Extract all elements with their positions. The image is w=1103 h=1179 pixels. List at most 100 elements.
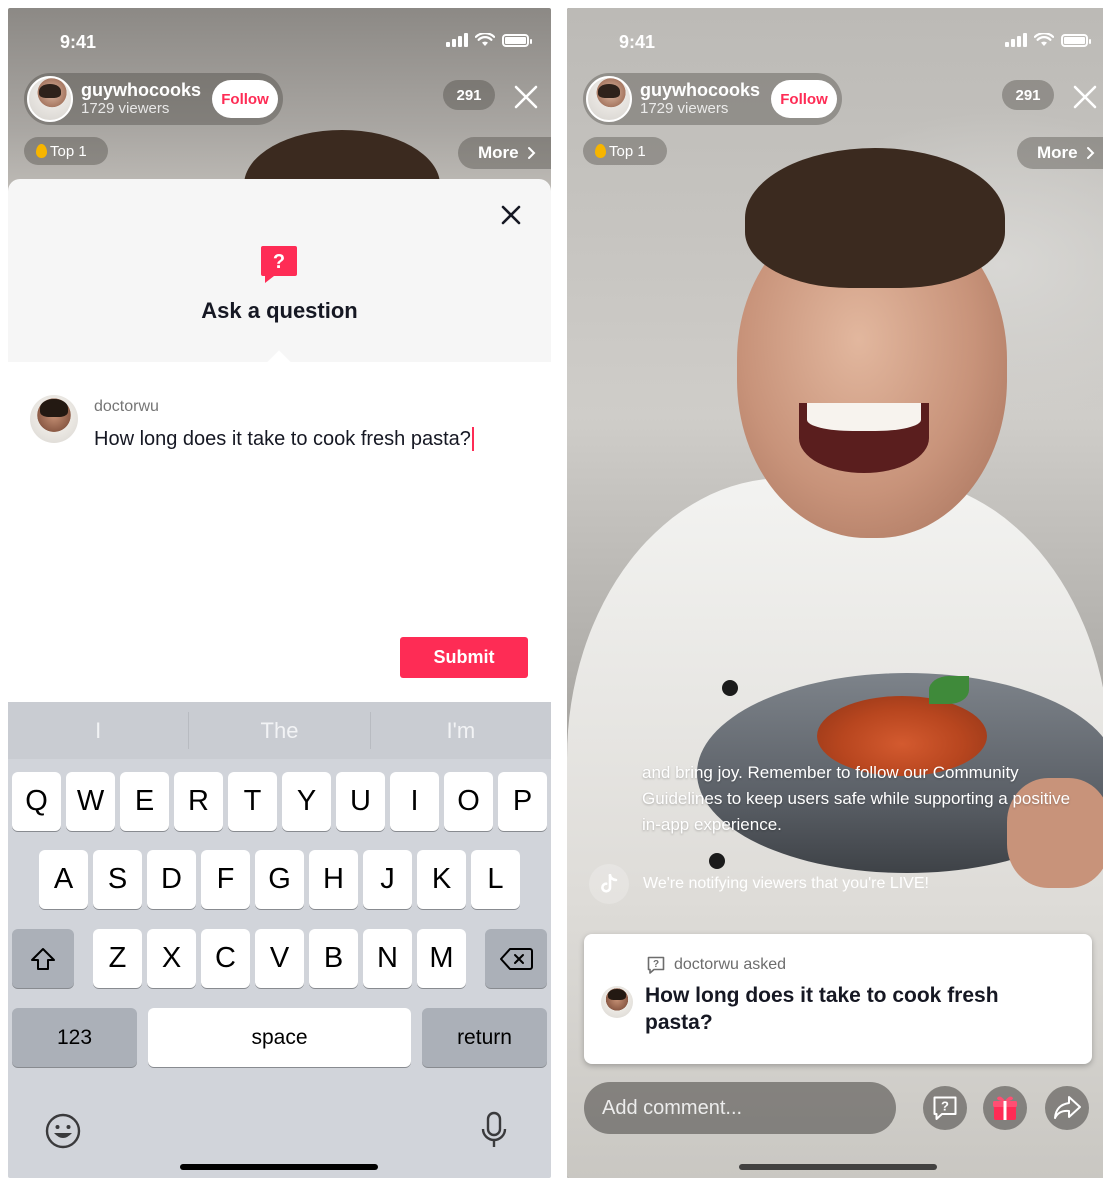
host-avatar[interactable] <box>27 76 73 122</box>
question-bubble-icon: ? <box>933 1096 957 1120</box>
signal-icon <box>446 33 468 47</box>
suggestion-item[interactable]: The <box>189 702 369 759</box>
key-r[interactable]: R <box>174 772 223 831</box>
close-icon[interactable] <box>500 204 522 226</box>
suggestion-item[interactable]: I <box>8 702 188 759</box>
host-viewers: 1729 viewers <box>640 99 729 117</box>
key-y[interactable]: Y <box>282 772 331 831</box>
close-icon[interactable] <box>511 82 541 112</box>
key-o[interactable]: O <box>444 772 493 831</box>
microphone-icon[interactable] <box>480 1110 508 1150</box>
key-e[interactable]: E <box>120 772 169 831</box>
viewer-count-badge[interactable]: 291 <box>443 80 495 110</box>
status-time: 9:41 <box>619 32 656 52</box>
question-card-text: How long does it take to cook fresh past… <box>645 984 999 1034</box>
backspace-icon <box>500 947 533 970</box>
key-t[interactable]: T <box>228 772 277 831</box>
sheet-title: Ask a question <box>201 298 358 323</box>
status-bar: 9:41 <box>567 8 1103 70</box>
key-w[interactable]: W <box>66 772 115 831</box>
key-q[interactable]: Q <box>12 772 61 831</box>
host-meta: guywhocooks 1729 viewers <box>640 80 760 117</box>
battery-icon <box>1061 33 1091 47</box>
gift-button[interactable] <box>983 1086 1027 1130</box>
question-bubble-icon: ? <box>647 956 665 974</box>
key-d[interactable]: D <box>147 850 196 909</box>
status-time: 9:41 <box>60 32 97 52</box>
question-input[interactable]: How long does it take to cook fresh past… <box>94 427 474 451</box>
follow-button[interactable]: Follow <box>771 80 837 118</box>
key-f[interactable]: F <box>201 850 250 909</box>
backspace-key[interactable] <box>485 929 547 988</box>
key-k[interactable]: K <box>417 850 466 909</box>
top-rank-label: Top 1 <box>50 142 87 160</box>
key-u[interactable]: U <box>336 772 385 831</box>
ask-question-screen: 9:41 guywhocooks 1729 viewers Follow 291… <box>8 8 551 1178</box>
live-notification: We're notifying viewers that you're LIVE… <box>589 864 929 904</box>
status-bar: 9:41 <box>8 8 551 70</box>
add-comment-input[interactable]: Add comment... <box>584 1082 896 1134</box>
key-i[interactable]: I <box>390 772 439 831</box>
gift-icon <box>993 1096 1017 1120</box>
key-n[interactable]: N <box>363 929 412 988</box>
basil-garnish <box>929 676 969 704</box>
suggestion-item[interactable]: I'm <box>371 702 551 759</box>
home-indicator <box>180 1164 378 1170</box>
viewer-count-badge[interactable]: 291 <box>1002 80 1054 110</box>
text-caret <box>471 427 474 451</box>
host-teeth <box>807 403 921 431</box>
question-card-meta: ? doctorwu asked <box>646 955 786 975</box>
key-b[interactable]: B <box>309 929 358 988</box>
host-info-pill[interactable]: guywhocooks 1729 viewers Follow <box>24 73 283 125</box>
live-stream-screen: 9:41 guywhocooks 1729 viewers Follow 291… <box>567 8 1103 1178</box>
ask-question-button[interactable]: ? <box>923 1086 967 1130</box>
more-label: More <box>1037 143 1078 162</box>
svg-text:?: ? <box>273 251 285 273</box>
follow-button[interactable]: Follow <box>212 80 278 118</box>
space-key[interactable]: space <box>148 1008 411 1067</box>
key-x[interactable]: X <box>147 929 196 988</box>
keyboard: I The I'm Q W E R T Y U I O P A S D F G … <box>8 702 551 1178</box>
key-a[interactable]: A <box>39 850 88 909</box>
key-v[interactable]: V <box>255 929 304 988</box>
host-viewers: 1729 viewers <box>81 99 170 117</box>
numbers-key[interactable]: 123 <box>12 1008 137 1067</box>
host-info-pill[interactable]: guywhocooks 1729 viewers Follow <box>583 73 842 125</box>
svg-text:?: ? <box>941 1099 949 1114</box>
question-bubble-icon: ? <box>261 246 297 283</box>
question-input-text: How long does it take to cook fresh past… <box>94 427 471 450</box>
close-icon[interactable] <box>1070 82 1100 112</box>
key-s[interactable]: S <box>93 850 142 909</box>
submit-button[interactable]: Submit <box>400 637 528 678</box>
host-avatar[interactable] <box>586 76 632 122</box>
wifi-icon <box>1034 33 1054 46</box>
svg-text:?: ? <box>653 959 659 970</box>
more-label: More <box>478 143 519 162</box>
home-indicator <box>739 1164 937 1170</box>
shift-key[interactable] <box>12 929 74 988</box>
top-rank-badge[interactable]: Top 1 <box>583 137 667 165</box>
key-g[interactable]: G <box>255 850 304 909</box>
battery-icon <box>502 33 532 47</box>
status-icons <box>1005 33 1091 47</box>
suggestion-bar: I The I'm <box>8 702 551 759</box>
top-rank-badge[interactable]: Top 1 <box>24 137 108 165</box>
key-c[interactable]: C <box>201 929 250 988</box>
key-z[interactable]: Z <box>93 929 142 988</box>
key-j[interactable]: J <box>363 850 412 909</box>
chevron-right-icon <box>527 147 536 159</box>
host-name: guywhocooks <box>81 79 202 100</box>
question-card[interactable]: ? doctorwu asked How long does it take t… <box>584 934 1092 1064</box>
more-button[interactable]: More <box>1017 137 1103 169</box>
shift-icon <box>31 947 55 970</box>
key-l[interactable]: L <box>471 850 520 909</box>
asker-avatar <box>601 986 633 1018</box>
share-button[interactable] <box>1045 1086 1089 1130</box>
emoji-icon[interactable] <box>44 1112 82 1150</box>
wifi-icon <box>475 33 495 46</box>
key-m[interactable]: M <box>417 929 466 988</box>
key-p[interactable]: P <box>498 772 547 831</box>
key-h[interactable]: H <box>309 850 358 909</box>
more-button[interactable]: More <box>458 137 551 169</box>
return-key[interactable]: return <box>422 1008 547 1067</box>
